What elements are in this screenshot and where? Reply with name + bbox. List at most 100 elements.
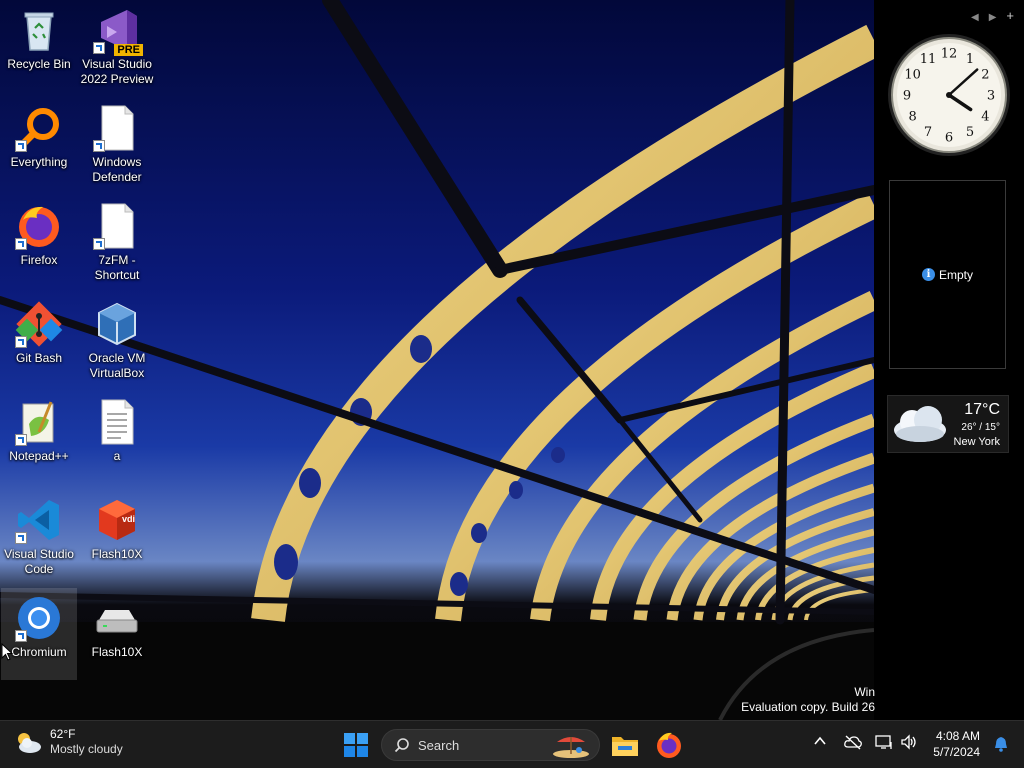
sidebar-controls: ◀▶+ — [971, 8, 1014, 23]
show-hidden-icons-chevron-up-icon[interactable] — [813, 734, 827, 748]
desktop-icon-git-bash[interactable]: Git Bash — [1, 294, 77, 386]
desktop-icon-label: a — [113, 449, 121, 463]
clock-numeral: 2 — [981, 68, 989, 83]
firefox-icon — [15, 202, 63, 250]
desktop-icon-flash10x-app[interactable]: vdi Flash10X — [79, 490, 155, 582]
desktop-icon-virtualbox[interactable]: Oracle VM VirtualBox — [79, 294, 155, 386]
firefox-taskbar-icon[interactable] — [653, 729, 685, 761]
clock-numeral: 1 — [966, 52, 974, 67]
desktop-icon-label: Notepad++ — [9, 449, 69, 463]
watermark-line2: Evaluation copy. Build 26 — [741, 700, 875, 714]
clock-numeral: 5 — [966, 125, 974, 140]
clock-center-pin — [946, 92, 952, 98]
shortcut-arrow-icon — [15, 434, 27, 446]
taskbar-clock[interactable]: 4:08 AM 5/7/2024 — [933, 728, 980, 760]
taskbar-search-box[interactable]: Search — [381, 729, 600, 761]
shortcut-arrow-icon — [15, 532, 27, 544]
search-label: Search — [418, 738, 460, 753]
desktop-icon-chromium[interactable]: Chromium — [1, 588, 77, 680]
shortcut-arrow-icon — [15, 630, 27, 642]
shortcut-arrow-icon — [93, 238, 105, 250]
weather-gadget-range: 26° / 15° — [961, 422, 1000, 433]
desktop-icon-label: Windows Defender — [92, 155, 142, 184]
search-highlight-beach-icon — [553, 737, 589, 758]
desktop-icon-windows-defender[interactable]: Windows Defender — [79, 98, 155, 190]
clock-numeral: 10 — [904, 68, 921, 83]
info-icon: i — [921, 268, 935, 281]
shortcut-arrow-icon — [93, 42, 105, 54]
start-button[interactable] — [344, 733, 368, 757]
taskbar-weather-condition: Mostly cloudy — [50, 742, 123, 756]
desktop-icon-visual-studio-preview[interactable]: PRE Visual Studio 2022 Preview — [79, 0, 155, 92]
add-gadget-icon[interactable]: + — [1006, 8, 1014, 23]
drive-icon — [93, 594, 141, 642]
file-icon — [93, 104, 141, 152]
desktop-icon-recycle-bin[interactable]: Recycle Bin — [1, 0, 77, 92]
desktop-icon-label: Firefox — [20, 253, 58, 267]
clock-numeral: 12 — [941, 47, 958, 62]
desktop-icon-label: Recycle Bin — [7, 57, 71, 71]
chromium-icon — [15, 594, 63, 642]
desktop-icon-everything[interactable]: Everything — [1, 98, 77, 190]
desktop[interactable]: Recycle Bin PRE Visual Studio 2022 Previ… — [0, 0, 1024, 720]
watermark-line1: Win — [854, 685, 875, 699]
desktop-icon-label: Oracle VM VirtualBox — [88, 351, 146, 380]
slideshow-gadget[interactable]: i Empty — [889, 180, 1006, 369]
slideshow-info: i Empty — [921, 268, 973, 282]
desktop-icon-firefox[interactable]: Firefox — [1, 196, 77, 288]
search-icon — [394, 738, 409, 753]
clock-numeral: 9 — [903, 89, 911, 104]
cloudy-weather-icon — [894, 406, 946, 442]
desktop-icon-flash10x-drive[interactable]: Flash10X — [79, 588, 155, 680]
file-icon — [93, 202, 141, 250]
everything-icon — [15, 104, 63, 152]
clock-gadget[interactable]: 12 12 3 45678 9 1011 — [886, 32, 1012, 158]
desktop-icon-notepadpp[interactable]: Notepad++ — [1, 392, 77, 484]
clock-numeral: 3 — [987, 89, 995, 104]
desktop-icon-label: Flash10X — [91, 645, 143, 659]
taskbar: 62°F Mostly cloudy Search 4:08 AM 5/7/20… — [0, 720, 1024, 768]
shortcut-arrow-icon — [15, 336, 27, 348]
desktop-icon-label: Visual Studio Code — [4, 547, 74, 576]
sidebar-prev-icon[interactable]: ◀ — [971, 12, 989, 23]
recycle-bin-icon — [15, 6, 63, 54]
desktop-icon-label: Git Bash — [15, 351, 63, 365]
cloud-offline-icon[interactable] — [844, 734, 862, 750]
weather-gadget-city: New York — [953, 436, 1000, 448]
evaluation-watermark: Win Evaluation copy. Build 26 — [741, 685, 875, 715]
mouse-cursor-icon — [1, 643, 13, 661]
vdi-badge: vdi — [121, 514, 135, 524]
desktop-icon-label: Visual Studio 2022 Preview — [80, 57, 154, 86]
weather-gadget[interactable]: 17°C 26° / 15° New York — [887, 395, 1009, 453]
visual-studio-preview-icon: PRE — [93, 6, 143, 56]
notification-bell-icon[interactable] — [994, 736, 1008, 752]
partly-cloudy-icon — [18, 733, 41, 753]
flash10x-app-icon: vdi — [93, 496, 141, 544]
shortcut-arrow-icon — [15, 140, 27, 152]
taskbar-weather-widget[interactable]: 62°F Mostly cloudy — [14, 727, 123, 757]
sidebar-next-icon[interactable]: ▶ — [989, 12, 1007, 23]
desktop-icon-7zfm-shortcut[interactable]: 7zFM - Shortcut — [79, 196, 155, 288]
network-icon[interactable] — [875, 734, 893, 750]
virtualbox-icon — [93, 300, 141, 348]
vscode-icon — [15, 496, 63, 544]
clock-numeral: 6 — [945, 131, 953, 146]
desktop-icon-text-file[interactable]: a — [79, 392, 155, 484]
weather-gadget-temp: 17°C — [964, 401, 1000, 418]
desktop-icon-label: 7zFM - Shortcut — [94, 253, 140, 282]
desktop-icon-label: Everything — [10, 155, 68, 169]
desktop-icon-vscode[interactable]: Visual Studio Code — [1, 490, 77, 582]
taskbar-weather-temp: 62°F — [50, 727, 76, 741]
notepadpp-icon — [15, 398, 63, 446]
preview-badge: PRE — [114, 44, 143, 56]
git-bash-icon — [15, 300, 63, 348]
shortcut-arrow-icon — [93, 140, 105, 152]
clock-numeral: 8 — [908, 110, 916, 125]
taskbar-time: 4:08 AM — [935, 729, 980, 743]
file-explorer-taskbar-icon[interactable] — [609, 729, 641, 761]
clock-numeral: 11 — [920, 52, 937, 67]
text-file-icon — [93, 398, 141, 446]
shortcut-arrow-icon — [15, 238, 27, 250]
clock-numeral: 4 — [981, 110, 989, 125]
volume-icon[interactable] — [900, 734, 918, 750]
